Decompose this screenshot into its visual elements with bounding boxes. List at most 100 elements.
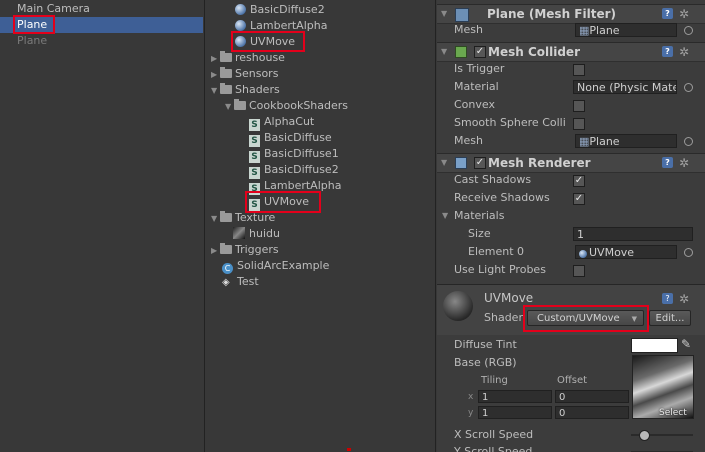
eyedropper-icon[interactable]: ✎ [681, 337, 691, 351]
project-item-basicdiffuse-shader[interactable]: S BasicDiffuse [249, 130, 332, 147]
receive-shadows-label: Receive Shadows [454, 191, 550, 204]
project-item-label: BasicDiffuse [264, 131, 332, 144]
foldout-arrow-icon[interactable]: ▼ [441, 5, 447, 23]
tiling-x-field[interactable]: 1 [478, 390, 552, 403]
y-scroll-speed-label: Y Scroll Speed [454, 445, 533, 452]
materials-label: Materials [454, 209, 505, 222]
material-name: UVMove [484, 291, 534, 305]
folder-icon [220, 67, 232, 78]
help-icon[interactable]: ? [662, 293, 673, 304]
receive-shadows-checkbox[interactable]: ✓ [573, 193, 585, 205]
mesh-renderer-header[interactable]: ▼ ✓ Mesh Renderer ? ✲ [437, 153, 705, 173]
base-rgb-label: Base (RGB) [454, 356, 517, 369]
help-icon[interactable]: ? [662, 8, 673, 19]
scroll-marker [347, 448, 351, 451]
shader-label: Shader [484, 311, 523, 324]
component-enabled-checkbox[interactable]: ✓ [474, 46, 486, 58]
project-folder-shaders[interactable]: ▼ Shaders [211, 82, 280, 98]
edit-shader-button[interactable]: Edit... [649, 310, 691, 326]
project-item-label: Triggers [235, 243, 279, 256]
x-scroll-speed-slider-thumb[interactable] [639, 430, 651, 441]
foldout-arrow-icon[interactable]: ▼ [441, 154, 447, 172]
expand-arrow-icon[interactable]: ▶ [211, 51, 220, 67]
light-probes-label: Use Light Probes [454, 263, 546, 276]
gear-icon[interactable]: ✲ [679, 157, 689, 169]
project-folder-texture[interactable]: ▼ Texture [211, 210, 275, 226]
tiling-y-field[interactable]: 1 [478, 406, 552, 419]
is-trigger-label: Is Trigger [454, 62, 505, 75]
smooth-sphere-label: Smooth Sphere Colli [454, 116, 566, 129]
project-item-label: SolidArcExample [237, 259, 330, 272]
project-item-test-scene[interactable]: ◈ Test [222, 274, 259, 290]
hierarchy-item-plane-disabled[interactable]: Plane [0, 33, 203, 49]
material-label: Material [454, 80, 499, 93]
csharp-script-icon: C [222, 263, 233, 274]
project-item-basicdiffuse2-material[interactable]: BasicDiffuse2 [235, 2, 325, 18]
physic-material-field[interactable]: None (Physic Mate [573, 80, 677, 94]
gear-icon[interactable]: ✲ [679, 8, 689, 20]
project-folder-sensors[interactable]: ▶ Sensors [211, 66, 278, 82]
highlight-box [13, 15, 55, 34]
mesh-filter-header[interactable]: ▼ Plane (Mesh Filter) ? ✲ [437, 4, 705, 24]
object-picker-icon[interactable] [684, 248, 693, 257]
texture-select-button[interactable]: Select [659, 408, 687, 418]
folder-icon [220, 83, 232, 94]
hierarchy-item-label: Main Camera [17, 2, 90, 15]
element0-field[interactable]: UVMove [575, 245, 677, 259]
element0-value: UVMove [589, 246, 635, 259]
offset-y-field[interactable]: 0 [555, 406, 629, 419]
project-item-huidu-texture[interactable]: huidu [233, 226, 280, 242]
mesh-collider-icon [455, 46, 467, 58]
foldout-arrow-icon[interactable]: ▼ [441, 43, 447, 61]
offset-x-field[interactable]: 0 [555, 390, 629, 403]
project-item-basicdiffuse2-shader[interactable]: S BasicDiffuse2 [249, 162, 339, 179]
gear-icon[interactable]: ✲ [679, 46, 689, 58]
smooth-sphere-checkbox[interactable] [573, 118, 585, 130]
foldout-arrow-icon[interactable]: ▼ [442, 208, 448, 224]
project-item-alphacut-shader[interactable]: S AlphaCut [249, 114, 315, 131]
help-icon[interactable]: ? [662, 157, 673, 168]
gear-icon[interactable]: ✲ [679, 293, 689, 305]
component-enabled-checkbox[interactable]: ✓ [474, 157, 486, 169]
expand-arrow-icon[interactable]: ▶ [211, 243, 220, 259]
mesh-value: Plane [589, 135, 620, 148]
diffuse-tint-swatch[interactable] [631, 338, 678, 353]
mesh-renderer-icon [455, 157, 467, 169]
component-title: Mesh Collider [488, 45, 580, 59]
mesh-filter-icon [455, 8, 469, 22]
project-item-label: reshouse [235, 51, 285, 64]
convex-checkbox[interactable] [573, 100, 585, 112]
project-folder-triggers[interactable]: ▶ Triggers [211, 242, 279, 258]
material-sphere-icon [579, 250, 587, 258]
help-icon[interactable]: ? [662, 46, 673, 57]
collider-mesh-label: Mesh [454, 134, 483, 147]
mesh-collider-header[interactable]: ▼ ✓ Mesh Collider ? ✲ [437, 42, 705, 62]
object-picker-icon[interactable] [684, 83, 693, 92]
project-item-solidarcexample-script[interactable]: C SolidArcExample [222, 258, 329, 274]
collapse-arrow-icon[interactable]: ▼ [211, 83, 220, 99]
cast-shadows-checkbox[interactable]: ✓ [573, 175, 585, 187]
object-picker-icon[interactable] [684, 137, 693, 146]
object-picker-icon[interactable] [684, 26, 693, 35]
materials-foldout[interactable]: ▼ Materials [442, 208, 505, 224]
folder-icon [220, 243, 232, 254]
convex-label: Convex [454, 98, 495, 111]
material-sphere-icon [235, 20, 246, 31]
project-folder-reshouse[interactable]: ▶ reshouse [211, 50, 285, 66]
collapse-arrow-icon[interactable]: ▼ [211, 211, 220, 227]
is-trigger-checkbox[interactable] [573, 64, 585, 76]
project-item-label: AlphaCut [264, 115, 315, 128]
texture-thumb-icon [233, 227, 245, 239]
project-item-label: BasicDiffuse2 [264, 163, 339, 176]
materials-size-label: Size [468, 227, 491, 240]
project-item-basicdiffuse1-shader[interactable]: S BasicDiffuse1 [249, 146, 339, 163]
collapse-arrow-icon[interactable]: ▼ [225, 99, 234, 115]
materials-size-field[interactable]: 1 [573, 227, 693, 241]
light-probes-checkbox[interactable] [573, 265, 585, 277]
mesh-asset-icon: ▦ [579, 135, 590, 148]
project-folder-cookbookshaders[interactable]: ▼ CookbookShaders [225, 98, 348, 114]
tiling-y-axis-label: y [468, 408, 474, 418]
expand-arrow-icon[interactable]: ▶ [211, 67, 220, 83]
mesh-field[interactable]: ▦Plane [575, 23, 677, 37]
collider-mesh-field[interactable]: ▦Plane [575, 134, 677, 148]
